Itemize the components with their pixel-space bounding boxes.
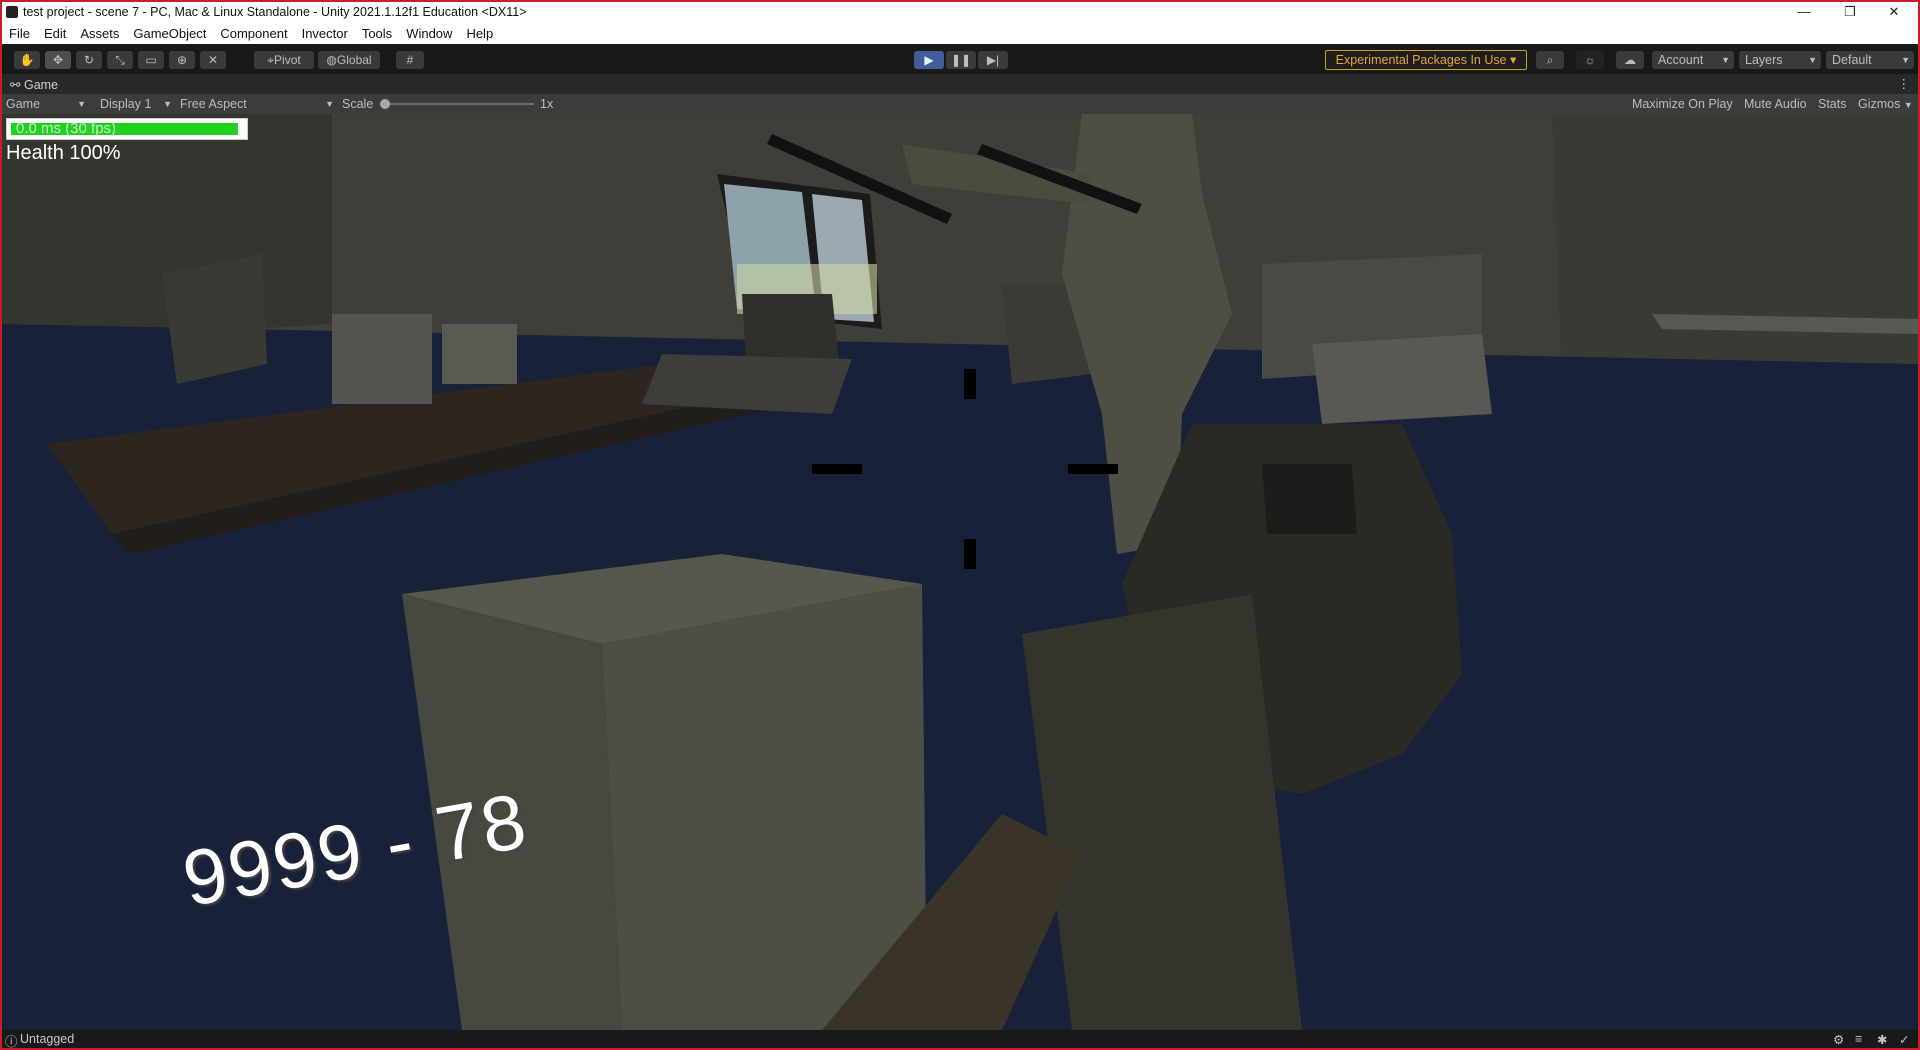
maximize-on-play-toggle[interactable]: Maximize On Play [1628, 94, 1737, 114]
display-dropdown[interactable]: Display 1 ▼ [100, 94, 174, 114]
search-icon[interactable]: ⌕ [1536, 51, 1564, 69]
status-bar: ⓘ Untagged ⚙ ≡ ✱ ✓ [2, 1030, 1918, 1048]
restore-button[interactable]: ❐ [1828, 2, 1872, 22]
menu-file[interactable]: File [2, 26, 37, 41]
view-type-dropdown[interactable]: Game ▼ [6, 94, 88, 114]
layout-label: Default [1832, 53, 1872, 67]
close-button[interactable]: ✕ [1872, 2, 1916, 22]
title-bar: test project - scene 7 - PC, Mac & Linux… [2, 2, 1918, 22]
desk-lamp [162, 254, 267, 384]
monitor-box [332, 314, 432, 404]
game-viewport[interactable]: 0.0 ms (30 fps) Health 100% 9999 - 78 [2, 114, 1918, 1030]
rect-tool-icon[interactable]: ▭ [138, 51, 164, 69]
cloud-icon[interactable]: ☁ [1616, 51, 1644, 69]
minimize-button[interactable]: — [1782, 2, 1826, 22]
sight-lens [1262, 464, 1357, 534]
game-view-toolbar: Game ▼ Display 1 ▼ Free Aspect ▼ Scale 1x M… [2, 94, 1918, 114]
chevron-down-icon: ▼ [163, 99, 172, 109]
window-title: test project - scene 7 - PC, Mac & Linux… [23, 5, 527, 19]
health-label: Health 100% [6, 142, 121, 164]
tab-game[interactable]: ⚯ Game [10, 77, 58, 92]
custom-tool-icon[interactable]: ✕ [200, 51, 226, 69]
chevron-down-icon: ▼ [1903, 100, 1913, 110]
unity-editor-window: test project - scene 7 - PC, Mac & Linux… [2, 2, 1918, 1048]
scale-slider-thumb[interactable] [380, 99, 390, 109]
layout-dropdown[interactable]: Default ▼ [1826, 51, 1914, 69]
menu-edit[interactable]: Edit [37, 26, 73, 41]
chevron-down-icon: ▼ [1901, 55, 1910, 65]
globe-icon: ◍ [326, 53, 337, 67]
crosshair-right [1068, 464, 1118, 474]
pivot-label: Pivot [274, 53, 301, 67]
hand-tool-icon[interactable]: ✋ [14, 51, 40, 69]
menu-help[interactable]: Help [459, 26, 500, 41]
grid-snap-icon[interactable]: # [396, 51, 424, 69]
pause-button[interactable]: ❚❚ [946, 51, 976, 69]
drawer-right [1312, 334, 1492, 424]
gizmos-label: Gizmos [1858, 97, 1901, 111]
gamepad-icon: ⚯ [10, 78, 21, 92]
menu-assets[interactable]: Assets [73, 26, 126, 41]
gizmos-dropdown[interactable]: Gizmos ▼ [1854, 94, 1918, 114]
check-icon[interactable]: ✓ [1899, 1032, 1912, 1047]
collab-icon[interactable]: ☼ [1576, 51, 1604, 69]
play-button[interactable]: ▶ [914, 51, 944, 69]
scale-value: 1x [540, 97, 554, 111]
aspect-label: Free Aspect [180, 97, 247, 111]
scale-slider-track[interactable] [384, 103, 534, 105]
unity-logo-icon [6, 6, 18, 18]
account-label: Account [1658, 53, 1704, 67]
experimental-packages-dropdown[interactable]: Experimental Packages In Use ▾ [1325, 50, 1527, 70]
aspect-dropdown[interactable]: Free Aspect ▼ [180, 94, 336, 114]
crosshair-bottom [964, 539, 976, 569]
menu-component[interactable]: Component [213, 26, 294, 41]
fps-text: 0.0 ms (30 fps) [16, 120, 117, 137]
chevron-down-icon: ▼ [325, 99, 334, 109]
debug-icon[interactable]: ⚙ [1833, 1032, 1846, 1047]
step-button[interactable]: ▶| [978, 51, 1008, 69]
status-text: Untagged [20, 1032, 75, 1046]
layers-icon[interactable]: ≡ [1855, 1032, 1868, 1046]
game-tab-header: ⚯ Game ⋮ [2, 74, 1918, 94]
chevron-down-icon: ▼ [1808, 55, 1817, 65]
menu-invector[interactable]: Invector [295, 26, 355, 41]
main-toolbar: ✋ ✥ ↻ ⤡ ▭ ⊕ ✕ ⌖Pivot ◍Global # ▶ ❚❚ ▶| E… [2, 44, 1918, 74]
scale-tool-icon[interactable]: ⤡ [107, 51, 133, 69]
more-options-icon[interactable]: ⋮ [1898, 76, 1911, 91]
menu-bar: File Edit Assets GameObject Component In… [2, 22, 1918, 44]
chevron-down-icon: ▼ [77, 99, 86, 109]
global-toggle[interactable]: ◍Global [318, 51, 380, 69]
crosshair-left [812, 464, 862, 474]
fps-meter: 0.0 ms (30 fps) [6, 118, 248, 140]
view-type-label: Game [6, 97, 41, 111]
info-icon: ⓘ [5, 1035, 18, 1048]
menu-window[interactable]: Window [399, 26, 459, 41]
transform-tool-icon[interactable]: ⊕ [169, 51, 195, 69]
pivot-toggle[interactable]: ⌖Pivot [254, 51, 314, 69]
tab-game-label: Game [23, 78, 59, 92]
rotate-tool-icon[interactable]: ↻ [76, 51, 102, 69]
menu-gameobject[interactable]: GameObject [126, 26, 213, 41]
office-chair-seat [642, 354, 852, 414]
move-tool-icon[interactable]: ✥ [45, 51, 71, 69]
layers-dropdown[interactable]: Layers ▼ [1739, 51, 1821, 69]
chevron-down-icon: ▼ [1721, 55, 1730, 65]
mute-audio-toggle[interactable]: Mute Audio [1740, 94, 1811, 114]
account-dropdown[interactable]: Account ▼ [1652, 51, 1734, 69]
menu-tools[interactable]: Tools [355, 26, 399, 41]
layers-label: Layers [1745, 53, 1783, 67]
global-label: Global [336, 53, 372, 67]
stats-toggle[interactable]: Stats [1814, 94, 1851, 114]
display-label: Display 1 [100, 97, 152, 111]
box-small [442, 324, 517, 384]
scale-label: Scale [342, 97, 374, 111]
settings-icon[interactable]: ✱ [1877, 1032, 1890, 1047]
crosshair-top [964, 369, 976, 399]
